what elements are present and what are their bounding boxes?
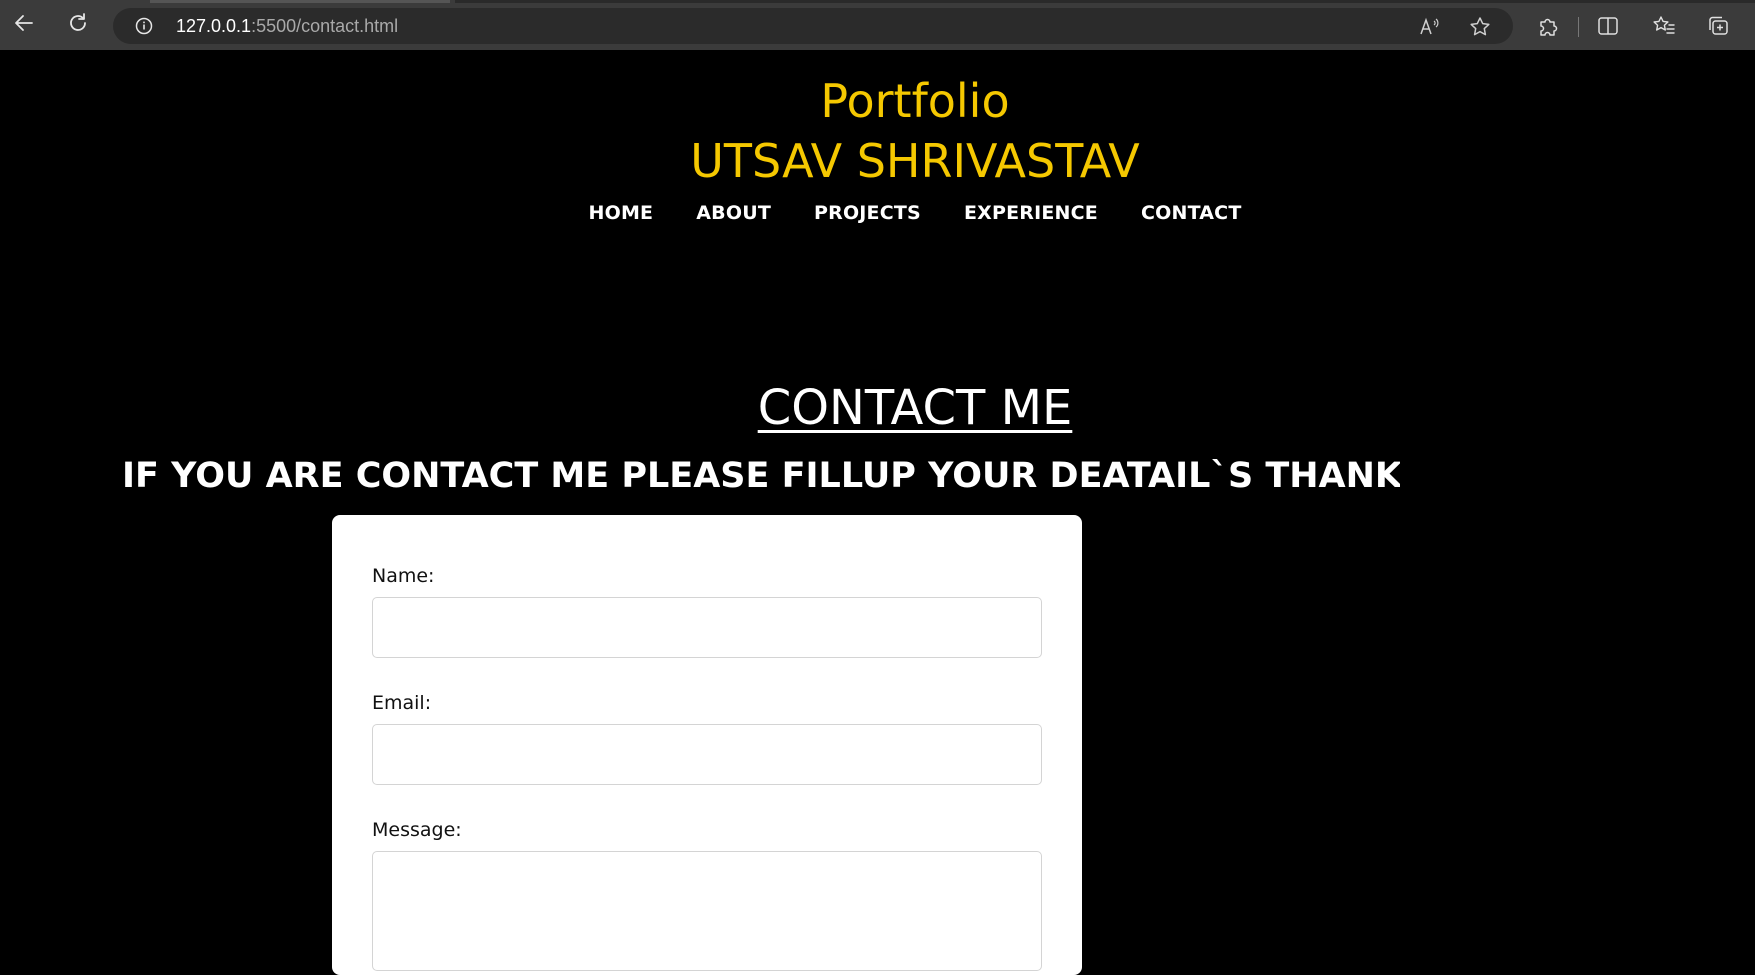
url-host: 127.0.0.1 <box>176 16 252 36</box>
favorites-list-icon[interactable] <box>1652 14 1676 38</box>
nav-about[interactable]: ABOUT <box>696 202 771 224</box>
favorite-star-icon[interactable] <box>1469 16 1491 38</box>
owner-name: UTSAV SHRIVASTAV <box>690 134 1140 188</box>
name-input[interactable] <box>372 597 1042 658</box>
split-screen-icon[interactable] <box>1596 14 1620 38</box>
browser-toolbar: 127.0.0.1:5500/contact.html <box>0 0 1755 50</box>
nav-projects[interactable]: PROJECTS <box>814 202 921 224</box>
main-nav: HOME ABOUT PROJECTS EXPERIENCE CONTACT <box>0 202 1755 224</box>
toolbar-separator <box>1578 17 1579 37</box>
email-input[interactable] <box>372 724 1042 785</box>
refresh-button[interactable] <box>64 11 92 39</box>
contact-heading: CONTACT ME <box>757 380 1073 436</box>
nav-contact[interactable]: CONTACT <box>1141 202 1242 224</box>
nav-experience[interactable]: EXPERIENCE <box>964 202 1098 224</box>
site-title: Portfolio <box>820 74 1010 128</box>
url-text[interactable]: 127.0.0.1:5500/contact.html <box>176 16 398 37</box>
tab-strip <box>455 0 1755 3</box>
contact-form: Name: Email: Message: <box>332 515 1082 975</box>
collections-icon[interactable] <box>1707 14 1731 38</box>
marquee: IF YOU ARE CONTACT ME PLEASE FILLUP YOUR… <box>0 450 1400 506</box>
back-button[interactable] <box>10 11 38 39</box>
site-info-icon[interactable] <box>135 17 153 35</box>
message-label: Message: <box>372 819 462 841</box>
read-aloud-icon[interactable] <box>1419 16 1441 38</box>
message-textarea[interactable] <box>372 851 1042 971</box>
address-bar[interactable]: 127.0.0.1:5500/contact.html <box>113 8 1513 44</box>
page-body: Portfolio UTSAV SHRIVASTAV HOME ABOUT PR… <box>0 50 1755 975</box>
name-label: Name: <box>372 565 435 587</box>
email-label: Email: <box>372 692 432 714</box>
refresh-icon <box>67 12 89 39</box>
back-arrow-icon <box>13 12 35 39</box>
marquee-text: IF YOU ARE CONTACT ME PLEASE FILLUP YOUR… <box>122 456 1400 496</box>
extensions-puzzle-icon[interactable] <box>1536 14 1560 38</box>
nav-home[interactable]: HOME <box>589 202 654 224</box>
url-path: :5500/contact.html <box>251 16 399 36</box>
active-tab-indicator <box>150 0 450 3</box>
